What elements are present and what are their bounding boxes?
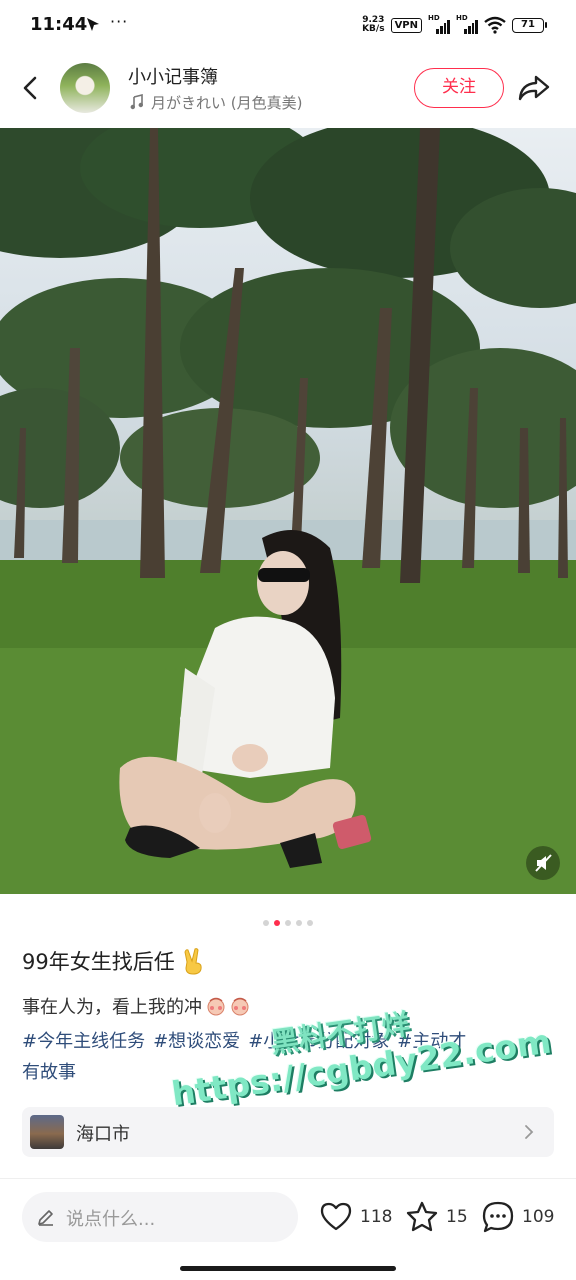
share-icon[interactable] (516, 72, 552, 104)
location-label: 海口市 (76, 1124, 130, 1145)
like-button[interactable]: 118 (318, 1198, 392, 1236)
follow-button[interactable]: 关注 (414, 68, 504, 108)
carousel-dot (285, 920, 291, 926)
wifi-icon (484, 16, 506, 34)
divider (0, 1178, 576, 1179)
cell-signal-icon-2: HD (456, 14, 478, 34)
pencil-icon (38, 1210, 53, 1226)
hashtag-continuation[interactable]: 有故事 (22, 1062, 76, 1083)
favorite-button[interactable]: 15 (404, 1198, 468, 1236)
author-avatar[interactable] (60, 63, 110, 113)
location-thumbnail (30, 1115, 64, 1149)
carousel-dot (296, 920, 302, 926)
status-more-icon: ··· (110, 12, 129, 31)
comment-icon (482, 1201, 514, 1233)
comment-placeholder: 说点什么... (66, 1209, 156, 1230)
back-icon[interactable] (16, 72, 44, 104)
cell-signal-icon: HD (428, 14, 450, 34)
location-arrow-icon (87, 18, 99, 31)
post-header: 小小记事簿 月がきれい (月色真美) 关注 (0, 54, 576, 122)
status-indicators: 9.23 KB/s VPN HD HD 71 (362, 14, 547, 36)
music-icon (130, 94, 143, 110)
carousel-dot-active (274, 920, 280, 926)
chevron-right-icon (525, 1125, 534, 1139)
heart-icon (320, 1202, 352, 1231)
favorite-count: 15 (446, 1207, 468, 1227)
photo-scene (0, 128, 576, 894)
carousel-dot (263, 920, 269, 926)
comment-input[interactable]: 说点什么... (22, 1192, 298, 1242)
like-count: 118 (360, 1207, 393, 1227)
comment-count: 109 (522, 1207, 555, 1227)
hashtag[interactable]: #主动才 (397, 1031, 466, 1052)
blush-face-icon (231, 997, 249, 1016)
carousel-indicator (258, 920, 318, 928)
author-name[interactable]: 小小记事簿 (128, 63, 218, 89)
carousel-dot (307, 920, 313, 926)
post-title: 99年女生找后任 (22, 946, 205, 976)
hashtag[interactable]: #今年主线任务 (22, 1031, 145, 1052)
mute-icon[interactable] (526, 846, 560, 880)
vpn-badge: VPN (390, 17, 422, 33)
status-bar: 11:44 ··· 9.23 KB/s VPN HD HD 71 (0, 0, 576, 50)
blush-face-icon (207, 997, 225, 1016)
status-time: 11:44 (30, 14, 88, 35)
hashtag[interactable]: #想谈恋爱 (153, 1031, 240, 1052)
music-label[interactable]: 月がきれい (月色真美) (151, 92, 302, 113)
peace-hand-icon (184, 948, 202, 975)
location-bar[interactable]: 海口市 (22, 1107, 554, 1157)
home-indicator[interactable] (180, 1266, 396, 1271)
hashtag[interactable]: #小六市分配对象 (248, 1031, 389, 1052)
battery-indicator: 71 (512, 17, 547, 33)
post-tags: #今年主线任务 #想谈恋爱 #小六市分配对象 #主动才 有故事 (22, 1026, 558, 1088)
star-icon (406, 1201, 438, 1232)
post-description: 事在人为，看上我的冲 (22, 993, 250, 1019)
comment-button[interactable]: 109 (480, 1198, 554, 1236)
net-speed: 9.23 KB/s (362, 15, 385, 34)
post-photo[interactable] (0, 128, 576, 894)
